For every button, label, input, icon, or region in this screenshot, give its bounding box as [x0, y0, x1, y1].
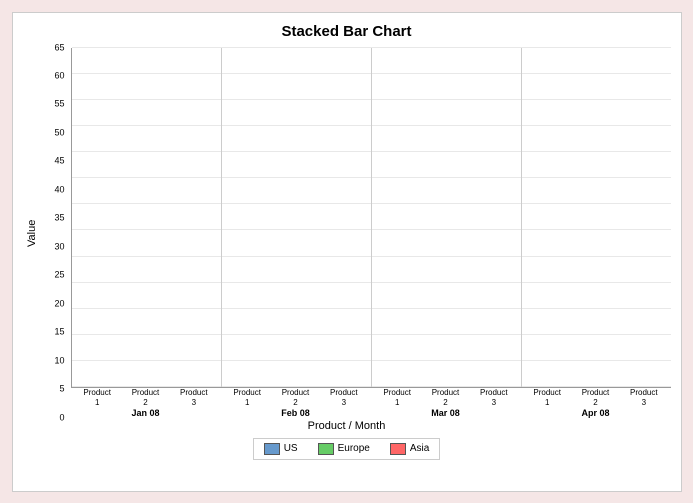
legend-item-europe: Europe	[318, 443, 370, 455]
product-label-1-1: Product2	[273, 388, 318, 407]
y-tick-25: 25	[42, 271, 68, 280]
y-tick-40: 40	[42, 185, 68, 194]
product-label-0-0: Product1	[75, 388, 120, 407]
legend-item-asia: Asia	[390, 443, 429, 455]
product-label-3-1: Product2	[573, 388, 618, 407]
legend: US Europe Asia	[253, 438, 441, 460]
product-label-1-2: Product3	[321, 388, 366, 407]
product-label-0-1: Product2	[123, 388, 168, 407]
plot-area	[71, 48, 671, 389]
month-section-2	[372, 48, 522, 388]
x-axis-title: Product / Month	[23, 420, 671, 432]
y-tick-60: 60	[42, 71, 68, 80]
product-label-1-0: Product1	[225, 388, 270, 407]
y-axis-label: Value	[23, 48, 41, 418]
y-tick-0: 0	[42, 413, 68, 422]
month-label-1: Feb 08	[221, 408, 371, 418]
chart-container: Stacked Bar Chart Value 0 5 10 15 20 25 30 35 40…	[12, 12, 682, 492]
month-section-3	[522, 48, 671, 388]
product-label-3-2: Product3	[621, 388, 666, 407]
y-tick-55: 55	[42, 100, 68, 109]
legend-color-us	[264, 443, 280, 455]
product-label-2-0: Product1	[375, 388, 420, 407]
y-tick-10: 10	[42, 356, 68, 365]
legend-label-us: US	[284, 443, 298, 454]
month-label-2: Mar 08	[371, 408, 521, 418]
y-tick-labels: 05101520253035404550556065	[43, 48, 71, 418]
legend-item-us: US	[264, 443, 298, 455]
y-tick-45: 45	[42, 157, 68, 166]
legend-label-asia: Asia	[410, 443, 429, 454]
product-label-3-0: Product1	[525, 388, 570, 407]
chart-title: Stacked Bar Chart	[23, 23, 671, 40]
product-label-2-2: Product3	[471, 388, 516, 407]
y-tick-35: 35	[42, 214, 68, 223]
legend-color-europe	[318, 443, 334, 455]
product-label-2-1: Product2	[423, 388, 468, 407]
y-tick-50: 50	[42, 128, 68, 137]
product-label-0-2: Product3	[171, 388, 216, 407]
month-label-0: Jan 08	[71, 408, 221, 418]
legend-color-asia	[390, 443, 406, 455]
month-section-1	[222, 48, 372, 388]
legend-label-europe: Europe	[338, 443, 370, 454]
y-tick-20: 20	[42, 299, 68, 308]
y-tick-65: 65	[42, 43, 68, 52]
y-tick-15: 15	[42, 328, 68, 337]
month-label-3: Apr 08	[521, 408, 671, 418]
y-tick-30: 30	[42, 242, 68, 251]
month-section-0	[72, 48, 222, 388]
y-tick-5: 5	[42, 385, 68, 394]
